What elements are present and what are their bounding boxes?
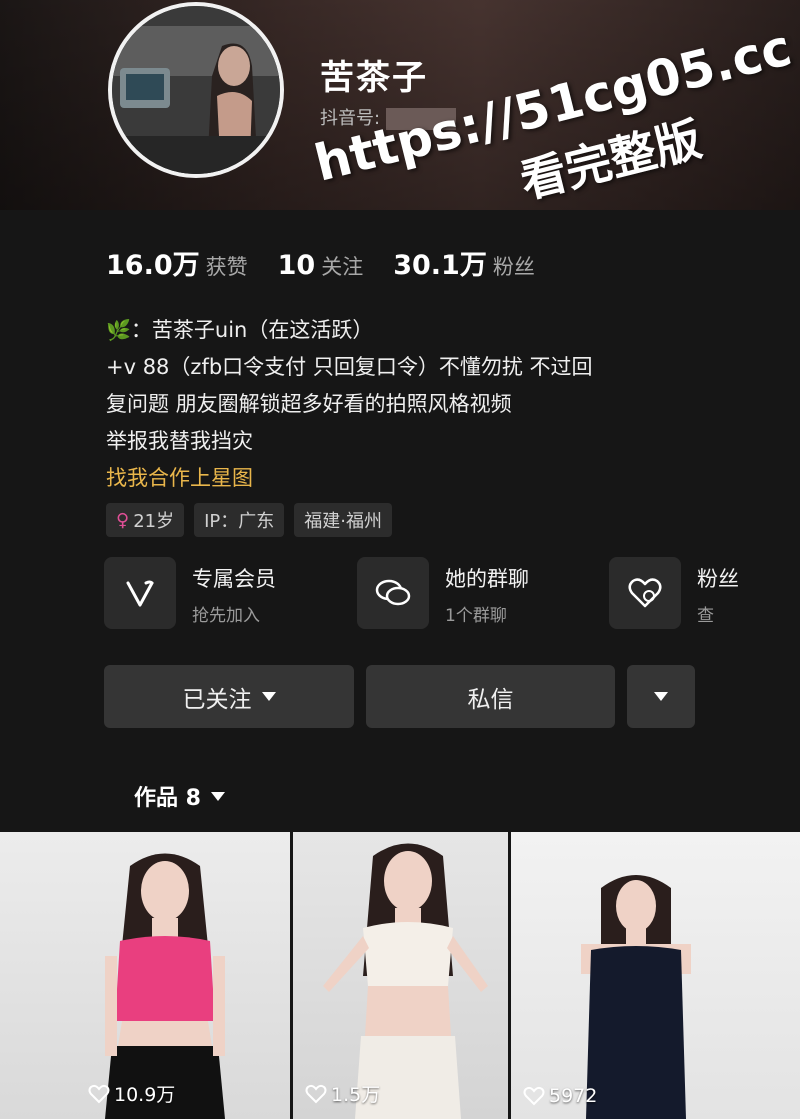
video-likes-count: 5972 bbox=[549, 1085, 598, 1107]
chevron-down-icon bbox=[654, 692, 668, 701]
age-tag: ♀ 21岁 bbox=[106, 503, 185, 537]
heart-icon bbox=[609, 557, 681, 629]
video-likes-count: 10.9万 bbox=[114, 1084, 176, 1106]
fans-subtitle: 查 bbox=[697, 606, 714, 626]
star-map-link[interactable]: 找我合作上星图 bbox=[106, 460, 706, 497]
following-count[interactable]: 10 bbox=[278, 250, 316, 281]
chat-bubbles-icon bbox=[357, 557, 429, 629]
member-card[interactable]: 专属会员 抢先加入 bbox=[104, 557, 344, 629]
heart-outline-icon bbox=[305, 1084, 327, 1103]
group-chat-card[interactable]: 她的群聊 1个群聊 bbox=[357, 557, 597, 629]
member-title: 专属会员 bbox=[192, 567, 276, 591]
location-tag[interactable]: 福建·福州 bbox=[294, 503, 392, 537]
avatar[interactable] bbox=[108, 2, 284, 178]
following-label: 关注 bbox=[321, 255, 364, 279]
followers-count[interactable]: 30.1万 bbox=[393, 243, 487, 282]
v-icon bbox=[104, 557, 176, 629]
more-button[interactable] bbox=[627, 665, 695, 728]
thumbnail-image bbox=[105, 853, 225, 1119]
thumbnail-image bbox=[581, 875, 691, 1119]
message-button[interactable]: 私信 bbox=[366, 665, 615, 728]
video-likes: 5972 bbox=[523, 1085, 597, 1107]
bio-line-1-text: ：苦茶子uin（在这活跃） bbox=[130, 318, 374, 342]
follow-button[interactable]: 已关注 bbox=[104, 665, 354, 728]
video-thumbnail[interactable]: 1.5万 bbox=[293, 832, 508, 1119]
group-chat-title: 她的群聊 bbox=[445, 567, 529, 591]
group-chat-subtitle: 1个群聊 bbox=[445, 606, 507, 626]
bio: 🌿：苦茶子uin（在这活跃） +v 88（zfb口令支付 只回复口令）不懂勿扰 … bbox=[106, 312, 706, 497]
feature-row: 专属会员 抢先加入 她的群聊 1个群聊 粉丝 查 bbox=[104, 557, 800, 629]
thumbnail-image bbox=[323, 843, 488, 1119]
video-grid: 10.9万 1.5万 5972 bbox=[0, 832, 800, 1119]
message-label: 私信 bbox=[467, 686, 514, 713]
profile-tags: ♀ 21岁 IP：广东 福建·福州 bbox=[106, 503, 392, 537]
female-icon: ♀ bbox=[116, 509, 130, 531]
profile-header: 苦茶子 抖音号: https://51cg05.cc 看完整版 bbox=[0, 0, 800, 210]
video-likes: 1.5万 bbox=[305, 1080, 380, 1107]
chevron-down-icon bbox=[210, 791, 225, 801]
video-likes-count: 1.5万 bbox=[331, 1084, 381, 1106]
member-subtitle: 抢先加入 bbox=[192, 606, 260, 626]
follow-label: 已关注 bbox=[182, 686, 252, 713]
video-likes: 10.9万 bbox=[88, 1080, 175, 1107]
likes-label: 获赞 bbox=[205, 255, 248, 279]
fans-title: 粉丝 bbox=[697, 567, 739, 591]
heart-outline-icon bbox=[88, 1084, 110, 1103]
video-thumbnail[interactable]: 10.9万 bbox=[0, 832, 290, 1119]
tab-works[interactable]: 作品 8 bbox=[134, 780, 225, 812]
heart-outline-icon bbox=[523, 1086, 545, 1106]
bio-line-1: 🌿：苦茶子uin（在这活跃） bbox=[106, 312, 706, 349]
profile-stats: 16.0万 获赞 10 关注 30.1万 粉丝 bbox=[106, 243, 565, 282]
bio-line-2: +v 88（zfb口令支付 只回复口令）不懂勿扰 不过回 bbox=[106, 355, 593, 379]
chevron-down-icon bbox=[261, 692, 276, 701]
avatar-photo bbox=[112, 6, 280, 174]
bio-line-3: 复问题 朋友圈解锁超多好看的拍照风格视频 bbox=[106, 392, 512, 416]
ip-tag: IP：广东 bbox=[194, 503, 285, 537]
leaf-icon: 🌿 bbox=[106, 318, 131, 342]
likes-count[interactable]: 16.0万 bbox=[106, 243, 200, 282]
bio-line-4: 举报我替我挡灾 bbox=[106, 429, 253, 453]
followers-label: 粉丝 bbox=[492, 255, 535, 279]
age-text: 21岁 bbox=[133, 511, 175, 532]
works-tab-label: 作品 8 bbox=[134, 786, 201, 811]
video-thumbnail[interactable]: 5972 bbox=[511, 832, 800, 1119]
fans-card[interactable]: 粉丝 查 bbox=[609, 557, 800, 629]
